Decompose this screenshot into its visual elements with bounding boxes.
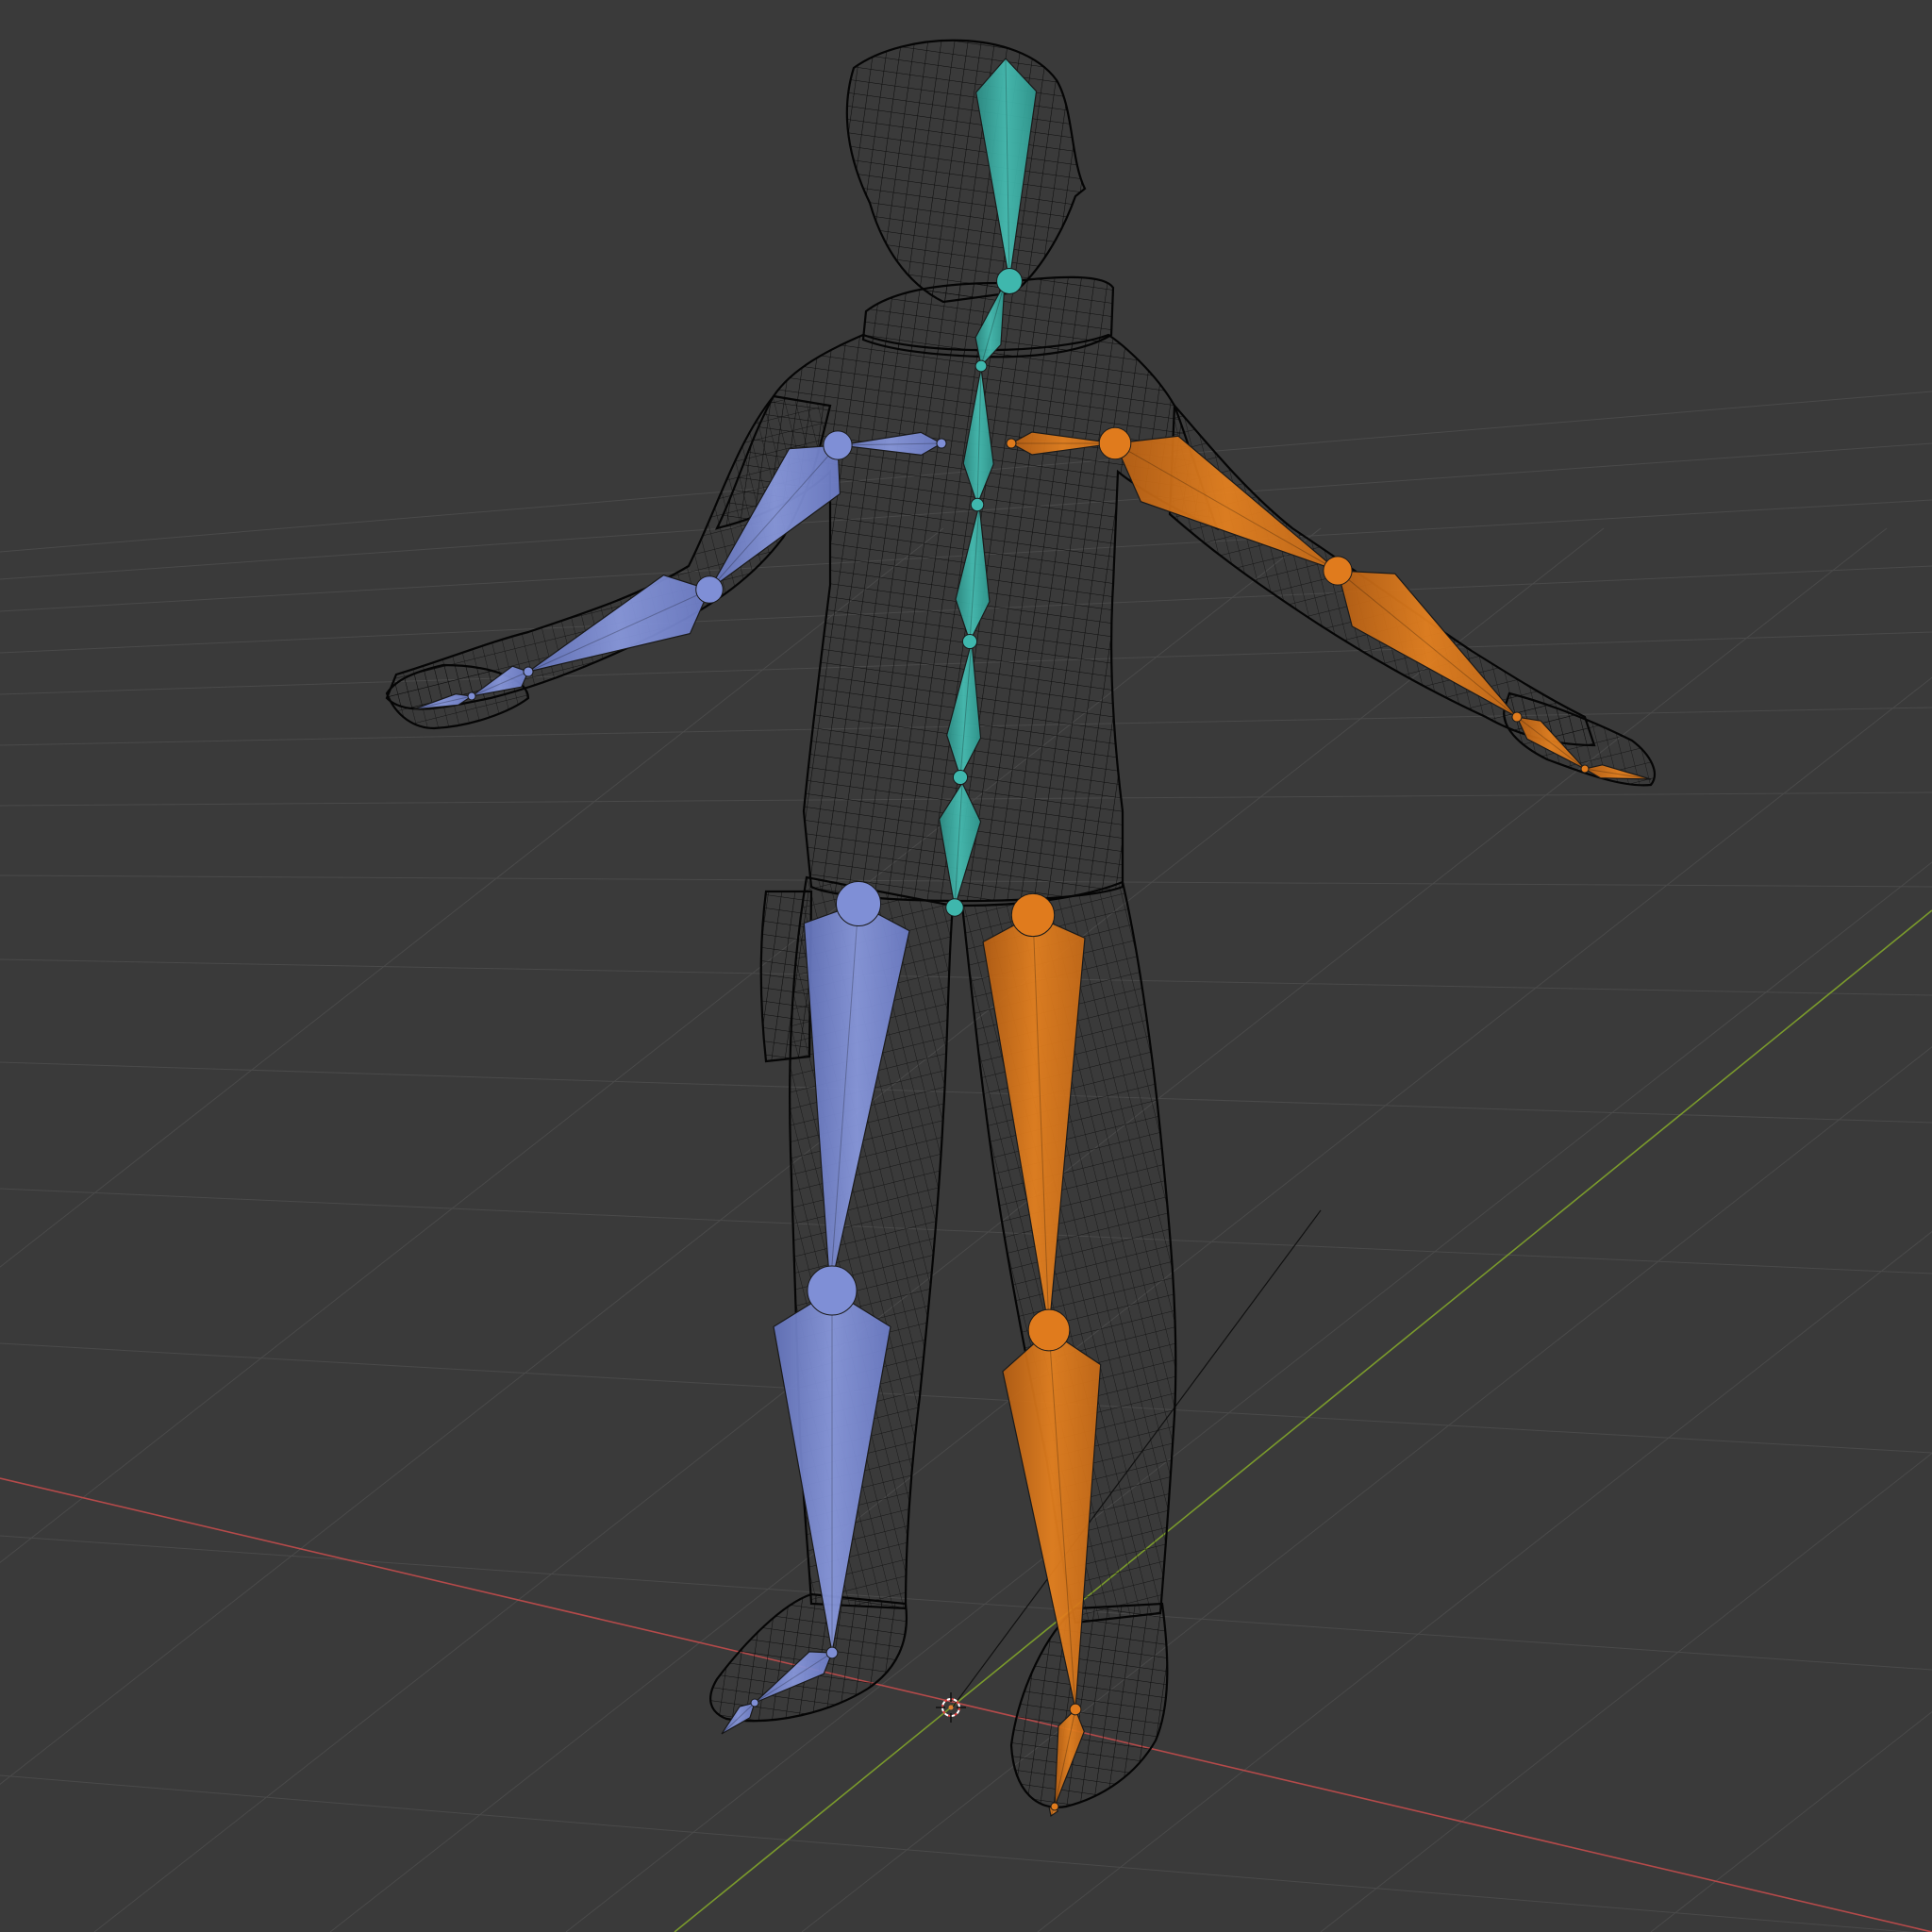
bone-shoulder-right-joint[interactable] [1006, 438, 1017, 449]
x-axis-line [0, 1477, 1932, 1932]
bone-spine-joint[interactable] [952, 769, 969, 786]
grid-line [0, 1061, 1932, 1124]
grid-line [0, 1535, 1932, 1671]
grid-line [1037, 1230, 1932, 1932]
bone-forearm-left-joint[interactable] [695, 575, 724, 604]
bone-shin-left-joint[interactable] [807, 1265, 858, 1316]
bone-thigh-right-joint[interactable] [1010, 892, 1056, 938]
bone-shoulder-left-joint[interactable] [936, 438, 947, 449]
bone-hips-joint[interactable] [945, 898, 964, 917]
grid-line [1650, 1710, 1932, 1932]
bone-toe-right-joint[interactable] [1050, 1802, 1059, 1811]
mesh-hand-right [1503, 691, 1657, 787]
bone-toe-left-joint[interactable] [750, 1698, 759, 1707]
bone-foot-left-joint[interactable] [825, 1646, 839, 1659]
bone-finger-right-joint[interactable] [1580, 764, 1590, 774]
grid-line [0, 1774, 1915, 1932]
bone-hand-right-joint[interactable] [1511, 711, 1523, 723]
grid-line [0, 958, 1932, 996]
grid-line [0, 1188, 1932, 1274]
bone-upperarm-left-joint[interactable] [823, 430, 853, 460]
bone-spine1-joint[interactable] [961, 633, 978, 650]
bone-foot-right-joint[interactable] [1069, 1703, 1082, 1716]
bone-finger-left-joint[interactable] [467, 691, 476, 701]
viewport-canvas[interactable] [0, 0, 1932, 1932]
mesh-head [845, 39, 1087, 304]
bone-hand-left-joint[interactable] [523, 666, 534, 677]
bone-neck-joint[interactable] [974, 359, 988, 373]
bone-head-joint[interactable] [996, 268, 1023, 294]
bone-upperarm-right-joint[interactable] [1098, 426, 1132, 460]
3d-viewport[interactable] [0, 0, 1932, 1932]
bone-forearm-right-joint[interactable] [1323, 556, 1353, 586]
bone-shin-right-joint[interactable] [1027, 1308, 1071, 1352]
bone-spine2-joint[interactable] [970, 497, 985, 512]
mesh-boot-right [1009, 1602, 1169, 1808]
grid-line [565, 861, 1932, 1932]
grid-line [0, 1342, 1932, 1454]
mesh-arm-left [385, 394, 832, 710]
3d-cursor-icon[interactable] [936, 1692, 966, 1723]
bone-thigh-left-joint[interactable] [835, 880, 882, 927]
